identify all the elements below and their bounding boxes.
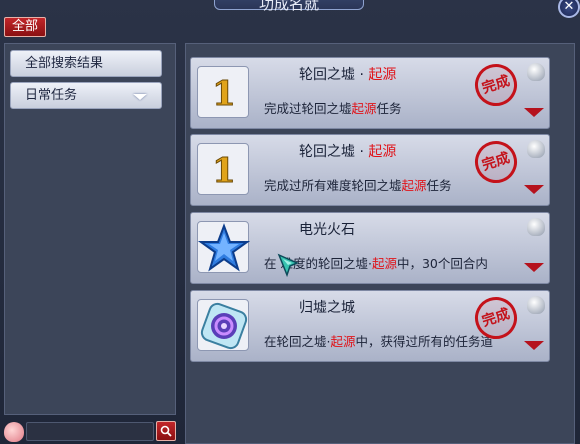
cursor-icon [277,253,299,278]
achievement-window: 功成名就 ✕ 全部 全部搜索结果 日常任务 1 轮回之墟 · 起源 完成过轮回之… [0,0,580,444]
achievement-name: 电光火石 [299,222,355,238]
achievement-card[interactable]: 1 轮回之墟 · 起源 完成过所有难度轮回之墟起源任务 完成 [190,134,550,206]
close-icon: ✕ [563,0,575,14]
achievement-card[interactable]: 归墟之城 在轮回之墟·起源中，获得过所有的任务道 完成 [190,290,550,362]
expand-arrow-icon[interactable] [524,341,544,350]
bell-icon[interactable] [527,63,545,81]
all-filter-button[interactable]: 全部 [4,17,46,37]
search-bar [4,421,176,442]
expand-arrow-icon[interactable] [524,108,544,117]
close-button[interactable]: ✕ [558,0,580,18]
bell-icon[interactable] [527,140,545,158]
sidebar-item-label: 日常任务 [25,88,78,103]
bell-icon[interactable] [527,218,545,236]
achievement-card[interactable]: 电光火石 在 难度的轮回之墟·起源中，30个回合内 [190,212,550,284]
expand-arrow-icon[interactable] [524,263,544,272]
search-button[interactable] [156,421,176,441]
category-sidebar: 全部搜索结果 日常任务 [4,43,176,415]
count-badge-text: 1 [212,74,236,114]
vortex-token-icon [197,299,249,351]
achievement-list: 1 轮回之墟 · 起源 完成过轮回之墟起源任务 完成 1 轮回之墟 · 起源 完… [185,43,575,444]
search-input[interactable] [26,422,154,441]
count-badge-icon: 1 [197,143,249,195]
sidebar-item-all-results[interactable]: 全部搜索结果 [10,50,162,77]
achievement-name: 轮回之墟 · 起源 [299,144,397,160]
achievement-desc: 在 难度的轮回之墟·起源中，30个回合内 [264,256,488,271]
count-badge-text: 1 [212,151,236,191]
blue-star-icon [197,221,251,273]
peach-icon [4,422,24,442]
expand-arrow-icon[interactable] [524,185,544,194]
search-icon [160,425,172,437]
sidebar-item-label: 全部搜索结果 [25,56,104,71]
count-badge-icon: 1 [197,66,249,118]
chevron-down-icon [133,94,147,100]
achievement-name: 轮回之墟 · 起源 [299,67,397,83]
achievement-card[interactable]: 1 轮回之墟 · 起源 完成过轮回之墟起源任务 完成 [190,57,550,129]
window-title: 功成名就 [214,0,364,13]
sidebar-item-daily-tasks[interactable]: 日常任务 [10,82,162,109]
bell-icon[interactable] [527,296,545,314]
achievement-name: 归墟之城 [299,300,355,316]
